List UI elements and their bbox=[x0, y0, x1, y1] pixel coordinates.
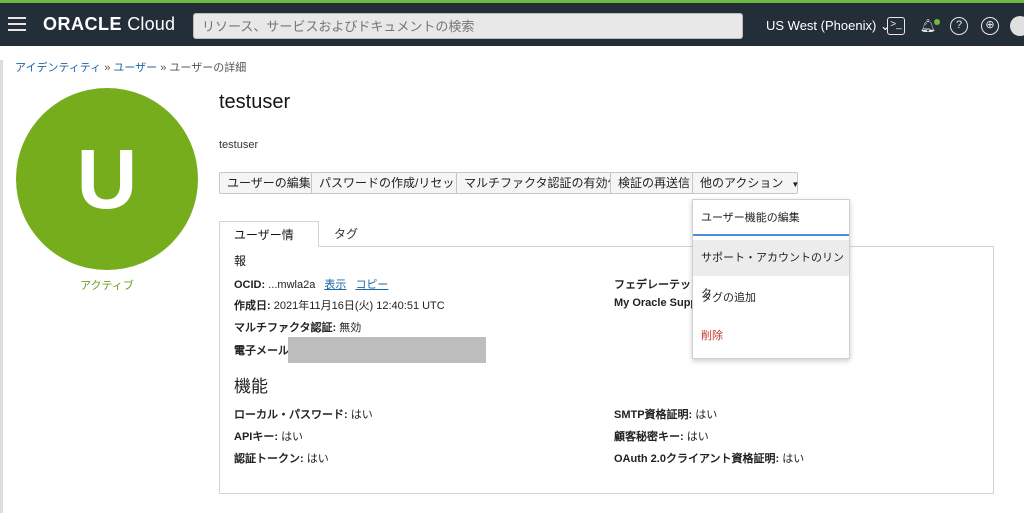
breadcrumb: アイデンティティ » ユーザー » ユーザーの詳細 bbox=[15, 62, 247, 74]
page-title: testuser bbox=[219, 91, 291, 113]
breadcrumb-identity[interactable]: アイデンティティ bbox=[15, 62, 101, 74]
ocid-row: OCID: ...mwla2a 表示 コピー bbox=[234, 279, 389, 291]
mos-label: My Oracle Suppo bbox=[614, 297, 704, 309]
oracle-cloud-logo[interactable]: ORACLE Cloud bbox=[43, 14, 175, 35]
capabilities-heading: 機能 bbox=[234, 377, 268, 396]
smtp-row: SMTP資格証明: はい bbox=[614, 409, 718, 421]
search-input[interactable] bbox=[193, 13, 743, 39]
profile-icon[interactable] bbox=[1010, 16, 1024, 36]
menu-item-link-support-account[interactable]: サポート・アカウントのリンク bbox=[693, 240, 849, 300]
more-actions-button[interactable]: 他のアクション ▼ bbox=[692, 172, 800, 194]
reset-password-button[interactable]: パスワードの作成/リセット bbox=[311, 172, 475, 194]
mfa-row: マルチファクタ認証: 無効 bbox=[234, 322, 362, 334]
status-label: アクティブ bbox=[80, 280, 134, 292]
tab-user-info[interactable]: ユーザー情報 bbox=[219, 221, 319, 268]
more-actions-menu: ユーザー機能の編集 サポート・アカウントのリンク タグの追加 削除 bbox=[692, 199, 850, 359]
left-edge-bar bbox=[0, 60, 3, 513]
region-selector[interactable]: US West (Phoenix) ⌄ bbox=[766, 18, 891, 34]
user-avatar: U bbox=[16, 88, 198, 270]
tab-tags[interactable]: タグ bbox=[320, 221, 372, 247]
ocid-value: ...mwla2a bbox=[268, 279, 316, 291]
menu-item-add-tags[interactable]: タグの追加 bbox=[693, 280, 849, 316]
notification-dot bbox=[934, 19, 940, 25]
auth-tokens-row: 認証トークン: はい bbox=[234, 453, 329, 465]
top-navigation-bar: ORACLE Cloud US West (Phoenix) ⌄ >_ 🔔︎ ?… bbox=[0, 3, 1024, 46]
copy-ocid-link[interactable]: コピー bbox=[355, 279, 388, 291]
local-password-row: ローカル・パスワード: はい bbox=[234, 409, 373, 421]
user-description: testuser bbox=[219, 139, 259, 151]
email-row: 電子メール: bbox=[234, 345, 293, 357]
enable-mfa-button[interactable]: マルチファクタ認証の有効化 bbox=[456, 172, 628, 194]
api-keys-row: APIキー: はい bbox=[234, 431, 304, 443]
menu-item-edit-capabilities[interactable]: ユーザー機能の編集 bbox=[693, 200, 849, 236]
breadcrumb-current: ユーザーの詳細 bbox=[169, 62, 247, 74]
federated-label: フェデレーテッド bbox=[614, 279, 702, 291]
mfa-value: 無効 bbox=[339, 322, 362, 334]
help-icon[interactable]: ? bbox=[950, 17, 968, 35]
customer-secret-row: 顧客秘密キー: はい bbox=[614, 431, 709, 443]
email-redacted bbox=[288, 337, 486, 363]
show-ocid-link[interactable]: 表示 bbox=[324, 279, 346, 291]
created-value: 2021年11月16日(火) 12:40:51 UTC bbox=[273, 300, 445, 312]
cloud-shell-icon[interactable]: >_ bbox=[887, 17, 905, 35]
resend-verification-button[interactable]: 検証の再送信 bbox=[610, 172, 699, 194]
menu-item-delete[interactable]: 削除 bbox=[693, 318, 849, 354]
oauth-row: OAuth 2.0クライアント資格証明: はい bbox=[614, 453, 805, 465]
menu-icon[interactable] bbox=[8, 17, 26, 31]
breadcrumb-users[interactable]: ユーザー bbox=[113, 62, 157, 74]
created-row: 作成日: 2021年11月16日(火) 12:40:51 UTC bbox=[234, 300, 445, 312]
edit-user-button[interactable]: ユーザーの編集 bbox=[219, 172, 319, 194]
caret-down-icon: ▼ bbox=[791, 180, 800, 189]
language-globe-icon[interactable]: ⊕ bbox=[981, 17, 999, 35]
